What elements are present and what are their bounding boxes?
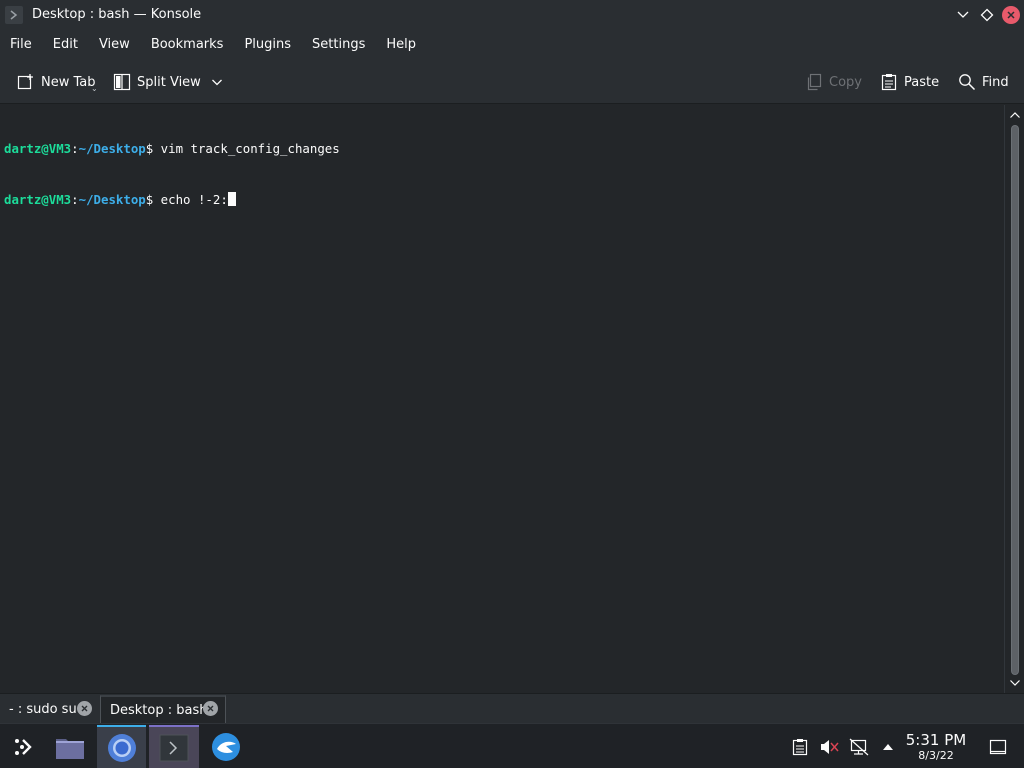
find-button[interactable]: Find bbox=[958, 60, 1009, 104]
konsole-task-icon[interactable] bbox=[149, 725, 199, 768]
split-view-label: Split View bbox=[137, 74, 201, 90]
scroll-up-icon[interactable] bbox=[1005, 106, 1024, 124]
split-view-button[interactable]: Split View bbox=[113, 60, 229, 104]
new-tab-icon bbox=[17, 74, 33, 90]
session-tab-bar: - : sudo su Desktop : bash bbox=[0, 693, 1024, 723]
copy-label: Copy bbox=[829, 74, 862, 90]
show-desktop-icon[interactable] bbox=[986, 724, 1010, 768]
copy-button[interactable]: Copy bbox=[805, 60, 862, 104]
chevron-down-icon[interactable] bbox=[211, 76, 223, 88]
window-title: Desktop : bash — Konsole bbox=[32, 7, 202, 22]
close-tab-icon[interactable] bbox=[203, 701, 218, 716]
tab-sudo-su[interactable]: - : sudo su bbox=[0, 695, 98, 723]
menu-edit[interactable]: Edit bbox=[53, 37, 78, 52]
prompt-path: ~/Desktop bbox=[78, 192, 146, 207]
terminal-line: dartz@VM3:~/Desktop$ vim track_config_ch… bbox=[4, 140, 1004, 157]
show-hidden-icons-icon[interactable] bbox=[877, 724, 899, 768]
clock-date: 8/3/22 bbox=[918, 749, 954, 762]
close-icon[interactable] bbox=[1002, 5, 1020, 24]
vertical-scrollbar[interactable] bbox=[1004, 105, 1024, 693]
minimize-icon[interactable] bbox=[954, 6, 972, 24]
prompt-colon: : bbox=[71, 141, 79, 156]
file-manager-icon[interactable] bbox=[46, 725, 94, 768]
copy-icon bbox=[807, 73, 822, 91]
paste-icon bbox=[881, 74, 897, 91]
menu-bar: File Edit View Bookmarks Plugins Setting… bbox=[0, 29, 1024, 60]
toolbar: New Tab ⌄ Split View Copy Paste Find bbox=[0, 60, 1024, 104]
split-view-icon bbox=[113, 73, 131, 91]
menu-file[interactable]: File bbox=[10, 37, 32, 52]
tab-label: - : sudo su bbox=[9, 701, 77, 717]
command-text: vim track_config_changes bbox=[153, 141, 340, 156]
taskbar: 5:31 PM 8/3/22 bbox=[0, 723, 1024, 768]
scroll-down-icon[interactable] bbox=[1005, 674, 1024, 692]
digital-clock[interactable]: 5:31 PM 8/3/22 bbox=[900, 731, 972, 762]
new-tab-label: New Tab bbox=[41, 74, 96, 90]
tab-desktop-bash[interactable]: Desktop : bash bbox=[100, 695, 226, 723]
menu-settings[interactable]: Settings bbox=[312, 37, 365, 52]
command-input-text[interactable]: echo !-2: bbox=[153, 192, 228, 207]
discover-icon[interactable] bbox=[202, 725, 250, 768]
search-icon bbox=[959, 74, 976, 91]
maximize-icon[interactable] bbox=[978, 6, 996, 24]
paste-button[interactable]: Paste bbox=[880, 60, 939, 104]
close-tab-icon[interactable] bbox=[77, 701, 92, 716]
title-bar[interactable]: Desktop : bash — Konsole bbox=[0, 0, 1024, 29]
clipboard-icon[interactable] bbox=[788, 724, 812, 768]
menu-help[interactable]: Help bbox=[386, 37, 416, 52]
tab-label: Desktop : bash bbox=[110, 702, 208, 718]
scrollbar-thumb[interactable] bbox=[1011, 125, 1019, 675]
new-tab-dropdown-indicator: ⌄ bbox=[91, 84, 98, 93]
prompt-colon: : bbox=[71, 192, 79, 207]
application-launcher-icon[interactable] bbox=[0, 725, 44, 768]
paste-label: Paste bbox=[904, 74, 940, 90]
menu-view[interactable]: View bbox=[99, 37, 130, 52]
prompt-path: ~/Desktop bbox=[78, 141, 146, 156]
konsole-icon bbox=[5, 5, 23, 24]
menu-bookmarks[interactable]: Bookmarks bbox=[151, 37, 224, 52]
new-tab-button[interactable]: New Tab ⌄ bbox=[17, 60, 98, 104]
terminal-line: dartz@VM3:~/Desktop$ echo !-2: bbox=[4, 191, 1004, 208]
find-label: Find bbox=[982, 74, 1009, 90]
volume-muted-icon[interactable] bbox=[817, 724, 841, 768]
menu-plugins[interactable]: Plugins bbox=[244, 37, 291, 52]
prompt-user-host: dartz@VM3 bbox=[4, 141, 72, 156]
clock-time: 5:31 PM bbox=[905, 731, 967, 749]
text-cursor bbox=[227, 192, 236, 206]
network-icon[interactable] bbox=[847, 724, 871, 768]
chromium-icon[interactable] bbox=[97, 725, 146, 768]
terminal-view[interactable]: dartz@VM3:~/Desktop$ vim track_config_ch… bbox=[0, 105, 1004, 693]
prompt-user-host: dartz@VM3 bbox=[4, 192, 72, 207]
